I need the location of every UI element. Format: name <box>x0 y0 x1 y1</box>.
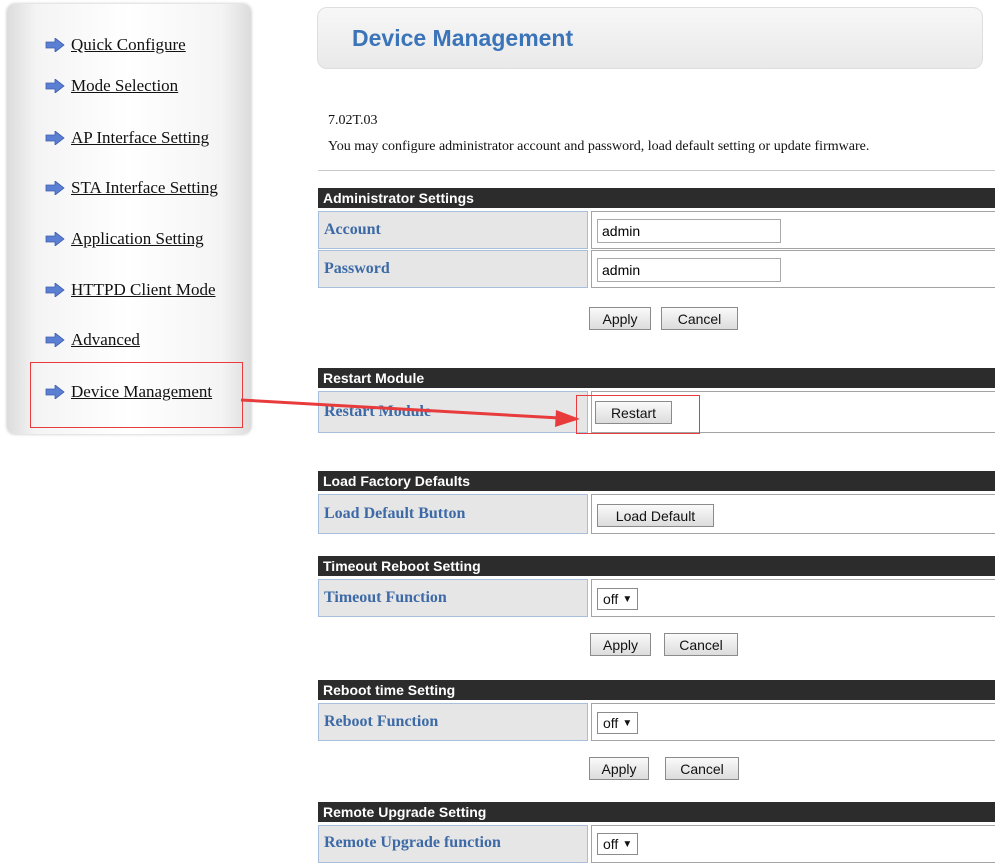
reboot-apply-button[interactable]: Apply <box>589 757 649 780</box>
value-cell: off ▼ <box>591 703 995 741</box>
value-cell: off ▼ <box>591 825 995 863</box>
section-header-timeout: Timeout Reboot Setting <box>318 556 995 576</box>
value-cell: off ▼ <box>591 579 995 617</box>
row-timeout: Timeout Function off ▼ <box>318 578 995 617</box>
label-cell: Remote Upgrade function <box>318 825 588 863</box>
timeout-apply-button[interactable]: Apply <box>590 633 651 656</box>
reboot-label: Reboot Function <box>324 713 439 730</box>
load-default-button[interactable]: Load Default <box>597 504 714 527</box>
label-cell: Timeout Function <box>318 579 588 617</box>
upgrade-select[interactable]: off ▼ <box>597 833 639 855</box>
label-cell: Load Default Button <box>318 494 588 534</box>
upgrade-label: Remote Upgrade function <box>324 834 501 851</box>
section-header-factory: Load Factory Defaults <box>318 471 995 491</box>
reboot-cancel-button[interactable]: Cancel <box>665 757 739 780</box>
dropdown-arrow-icon: ▼ <box>622 593 633 605</box>
row-upgrade: Remote Upgrade function off ▼ <box>318 824 995 863</box>
timeout-select[interactable]: off ▼ <box>597 588 639 610</box>
timeout-select-value: off <box>603 591 619 607</box>
dropdown-arrow-icon: ▼ <box>622 717 633 729</box>
timeout-cancel-button[interactable]: Cancel <box>664 633 738 656</box>
label-cell: Reboot Function <box>318 703 588 741</box>
load-default-label: Load Default Button <box>324 505 466 522</box>
section-header-reboot: Reboot time Setting <box>318 680 995 700</box>
reboot-select[interactable]: off ▼ <box>597 712 639 734</box>
section-header-upgrade: Remote Upgrade Setting <box>318 802 995 822</box>
row-reboot: Reboot Function off ▼ <box>318 702 995 741</box>
upgrade-select-value: off <box>603 836 619 852</box>
reboot-select-value: off <box>603 715 619 731</box>
dropdown-arrow-icon: ▼ <box>622 838 633 850</box>
timeout-label: Timeout Function <box>324 589 447 606</box>
